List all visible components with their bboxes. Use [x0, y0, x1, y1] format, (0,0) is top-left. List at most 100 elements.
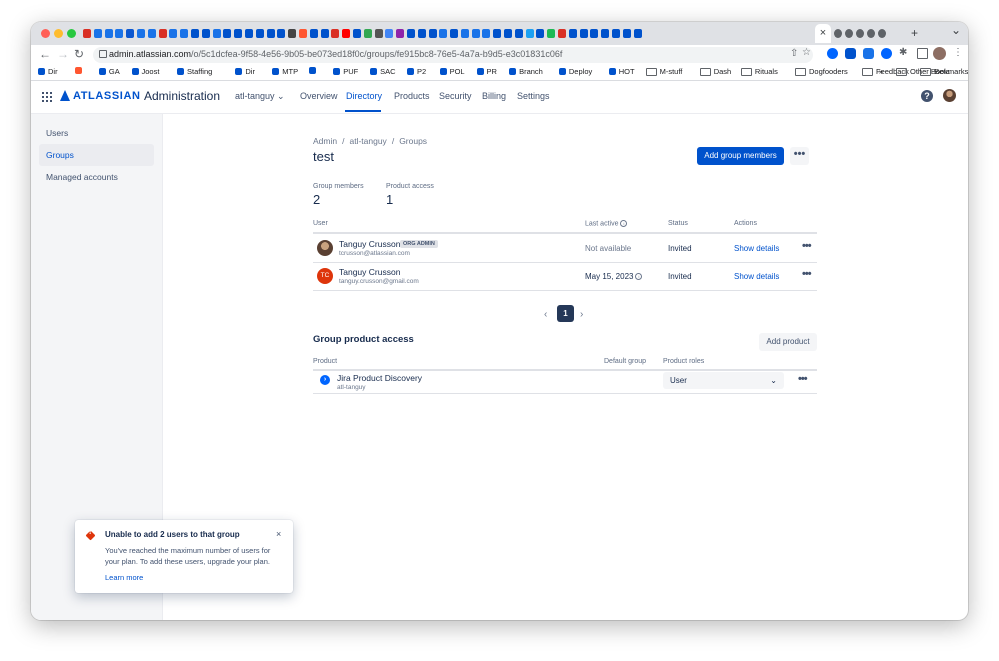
- tab-favicon[interactable]: [612, 29, 621, 38]
- tab-favicon[interactable]: [601, 29, 610, 38]
- bookmark-item[interactable]: HOT: [608, 67, 635, 76]
- nav-settings[interactable]: Settings: [517, 91, 550, 101]
- back-icon[interactable]: ←: [39, 47, 51, 61]
- tab-favicon[interactable]: [374, 29, 383, 38]
- tab-favicon[interactable]: [493, 29, 502, 38]
- bookmark-item[interactable]: M-stuff: [645, 67, 682, 76]
- product-role-select[interactable]: User ⌄: [663, 372, 784, 389]
- tab-search-icon[interactable]: ⌄: [951, 23, 961, 37]
- tab-favicon[interactable]: [352, 29, 361, 38]
- column-user[interactable]: User: [313, 220, 328, 227]
- bookmark-item[interactable]: POL: [439, 67, 465, 76]
- new-tab-button[interactable]: +: [911, 26, 918, 40]
- tab-favicon[interactable]: [450, 29, 459, 38]
- tab-favicon[interactable]: [579, 29, 588, 38]
- nav-security[interactable]: Security: [439, 91, 472, 101]
- bookmark-item[interactable]: Joost: [131, 67, 159, 76]
- tab-favicon[interactable]: [331, 29, 340, 38]
- tab-favicon[interactable]: [158, 29, 167, 38]
- share-icon[interactable]: ⇧: [790, 48, 798, 59]
- tab-favicon[interactable]: [201, 29, 210, 38]
- bookmark-item[interactable]: SAC: [370, 67, 396, 76]
- sidepanel-icon[interactable]: [917, 48, 928, 59]
- sidebar-item-managed-accounts[interactable]: Managed accounts: [39, 166, 154, 188]
- tab-favicon[interactable]: [406, 29, 415, 38]
- tab-favicon[interactable]: [417, 29, 426, 38]
- reload-icon[interactable]: ↻: [74, 47, 84, 61]
- tab-favicon[interactable]: [126, 29, 135, 38]
- tab-favicon[interactable]: [342, 29, 351, 38]
- app-switcher-icon[interactable]: [42, 92, 52, 102]
- tab-favicon[interactable]: [83, 29, 91, 38]
- bookmark-item[interactable]: PR: [476, 67, 497, 76]
- tab-favicon[interactable]: [115, 29, 124, 38]
- tab-favicon[interactable]: [169, 29, 178, 38]
- tab-favicon[interactable]: [867, 29, 875, 38]
- tab-close-icon[interactable]: ×: [820, 27, 826, 39]
- tab-favicon[interactable]: [277, 29, 286, 38]
- nav-directory[interactable]: Directory: [346, 91, 382, 101]
- tab-favicon[interactable]: [504, 29, 513, 38]
- tab-favicon[interactable]: [363, 29, 372, 38]
- url-text[interactable]: admin.atlassian.com/o/5c1dcfea-9f58-4e56…: [109, 49, 562, 59]
- sidebar-item-users[interactable]: Users: [39, 122, 154, 144]
- product-name[interactable]: Jira Product Discovery: [337, 373, 422, 383]
- bookmark-item[interactable]: P2: [407, 67, 426, 76]
- pagination-page-1[interactable]: 1: [557, 305, 574, 322]
- help-icon[interactable]: ?: [921, 90, 933, 102]
- profile-avatar[interactable]: [933, 47, 946, 60]
- tab-favicon[interactable]: [856, 29, 864, 38]
- tab-favicon[interactable]: [568, 29, 577, 38]
- tab-favicon[interactable]: [212, 29, 221, 38]
- bookmark-item[interactable]: PUF: [333, 67, 358, 76]
- tab-favicon[interactable]: [525, 29, 534, 38]
- user-name[interactable]: Tanguy Crusson: [339, 239, 400, 249]
- tab-favicon[interactable]: [633, 29, 642, 38]
- bookmark-item[interactable]: Dogfooders: [795, 67, 848, 76]
- extension-atlassian-icon[interactable]: [881, 48, 892, 59]
- user-name[interactable]: Tanguy Crusson: [339, 267, 400, 277]
- close-window-button[interactable]: [41, 29, 50, 38]
- tab-favicon[interactable]: [536, 29, 545, 38]
- extension-bitwarden-icon[interactable]: [863, 48, 874, 59]
- tab-favicon[interactable]: [147, 29, 156, 38]
- breadcrumb-admin[interactable]: Admin: [313, 136, 337, 146]
- show-details-link[interactable]: Show details: [734, 244, 779, 253]
- tab-favicon[interactable]: [234, 29, 243, 38]
- extension-jira-icon[interactable]: [827, 48, 838, 59]
- tab-favicon[interactable]: [590, 29, 599, 38]
- tab-favicon[interactable]: [514, 29, 523, 38]
- tab-favicon[interactable]: [93, 29, 102, 38]
- bookmark-item[interactable]: [309, 67, 319, 74]
- nav-overview[interactable]: Overview: [300, 91, 338, 101]
- tab-favicon[interactable]: [190, 29, 199, 38]
- add-group-members-button[interactable]: Add group members: [697, 147, 784, 165]
- breadcrumb-org[interactable]: atl-tanguy: [349, 136, 386, 146]
- bookmark-item[interactable]: Staffing: [177, 67, 212, 76]
- address-bar[interactable]: admin.atlassian.com/o/5c1dcfea-9f58-4e56…: [93, 47, 813, 63]
- tab-favicon[interactable]: [255, 29, 264, 38]
- pagination-next-icon[interactable]: ›: [580, 309, 583, 320]
- bookmark-item[interactable]: Dir: [38, 67, 58, 76]
- info-icon[interactable]: i: [635, 273, 643, 281]
- tab-favicon[interactable]: [558, 29, 567, 38]
- bookmark-star-icon[interactable]: ☆: [802, 47, 811, 58]
- tab-favicon[interactable]: [428, 29, 437, 38]
- tab-favicon[interactable]: [385, 29, 394, 38]
- org-switcher[interactable]: atl-tanguy ⌄: [235, 91, 285, 102]
- bookmark-item[interactable]: Dash: [699, 67, 731, 76]
- tab-favicon[interactable]: [878, 29, 886, 38]
- sidebar-item-groups[interactable]: Groups: [39, 144, 154, 166]
- bookmark-item[interactable]: GA: [98, 67, 120, 76]
- learn-more-link[interactable]: Learn more: [105, 573, 143, 582]
- tab-favicon[interactable]: [320, 29, 329, 38]
- user-avatar[interactable]: [943, 89, 956, 102]
- close-icon[interactable]: ×: [276, 529, 281, 539]
- row-more-icon[interactable]: •••: [802, 240, 812, 252]
- show-details-link[interactable]: Show details: [734, 272, 779, 281]
- tab-favicon[interactable]: [244, 29, 253, 38]
- nav-billing[interactable]: Billing: [482, 91, 506, 101]
- other-bookmarks[interactable]: Other Bookmarks: [896, 67, 968, 76]
- extensions-puzzle-icon[interactable]: ✱: [899, 47, 907, 58]
- active-tab[interactable]: ×: [815, 24, 831, 43]
